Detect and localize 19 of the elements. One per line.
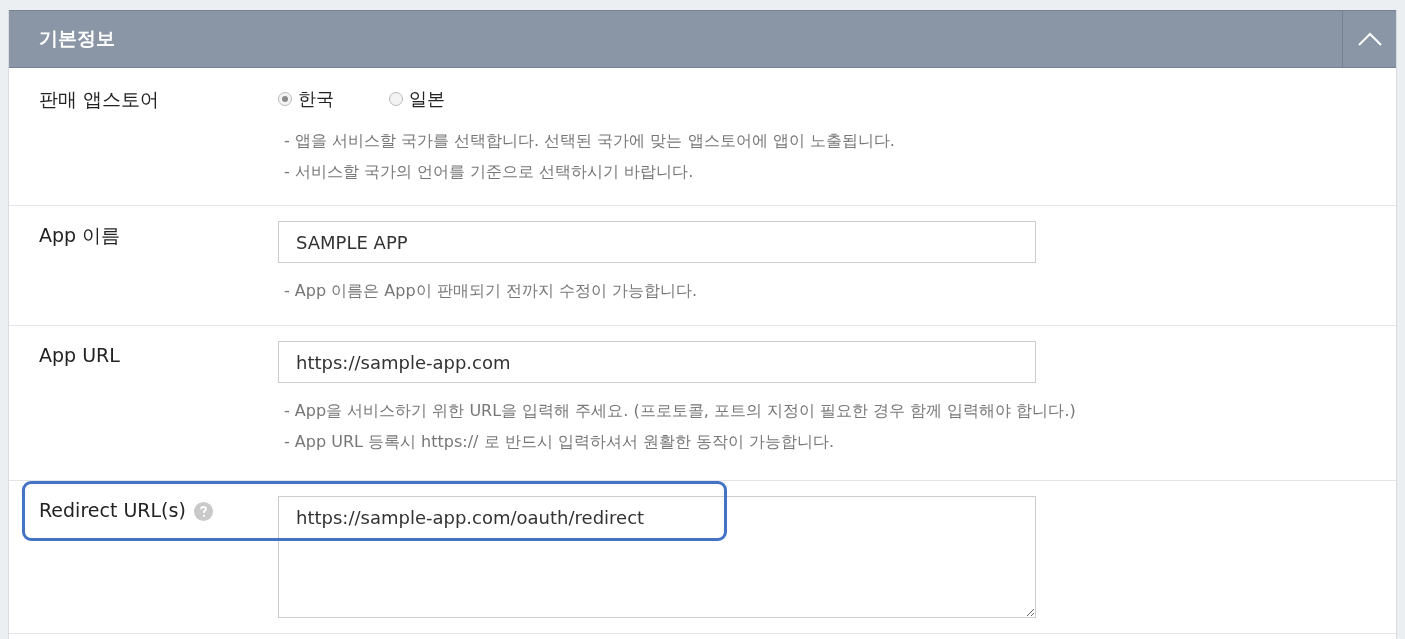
field-label: App 이름 [39,223,121,248]
radio-label: 한국 [298,87,334,111]
text-area[interactable]: https://sample-app.com/oauth/redirect [278,496,1036,618]
field-label: Redirect URL(s) [39,498,186,523]
field-label: 판매 앱스토어 [39,87,160,112]
help-text: - App URL 등록시 https:// 로 반드시 입력하셔서 원활한 동작이 가능합니다. [283,432,836,453]
help-text: - App을 서비스하기 위한 URL을 입력해 주세요. (프로토콜, 포트의 지정이 필요한 경우 함께 입력해야 합니다.) [283,401,1076,422]
text-field[interactable]: SAMPLE APP [278,221,1036,263]
help-text: - 앱을 서비스할 국가를 선택합니다. 선택된 국가에 맞는 앱스토어에 앱이 노출됩니다. [283,131,895,152]
text-field[interactable]: https://sample-app.com [278,341,1036,383]
radio-button[interactable] [278,92,292,106]
radio-button[interactable] [389,92,403,106]
help-text: - 서비스할 국가의 언어를 기준으로 선택하시기 바랍니다. [283,162,695,183]
help-text: - App 이름은 App이 판매되기 전까지 수정이 가능합니다. [283,281,698,302]
radio-label: 일본 [409,87,445,111]
field-label: App URL [39,343,120,368]
help-icon[interactable] [193,502,213,521]
panel-title: 기본정보 [38,26,116,51]
chevron-up-icon [1357,32,1382,46]
